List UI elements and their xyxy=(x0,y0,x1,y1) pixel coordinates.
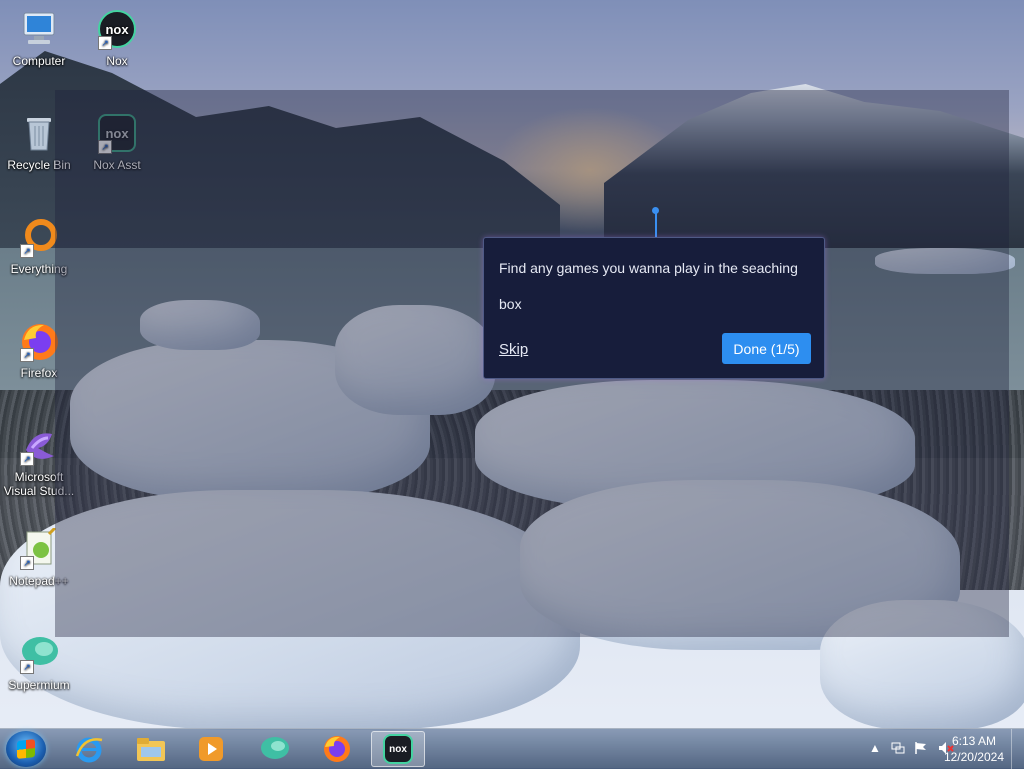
supermium-icon: ↗ xyxy=(18,632,60,674)
everything-icon: ↗ xyxy=(18,216,60,258)
taskbar-firefox[interactable] xyxy=(310,731,364,767)
recycle-bin-icon xyxy=(18,112,60,154)
media-player-icon xyxy=(199,737,223,761)
tooltip-pointer xyxy=(655,210,657,238)
tooltip-pointer-dot xyxy=(652,207,659,214)
nox-icon: nox ↗ xyxy=(96,8,138,50)
network-icon[interactable] xyxy=(891,741,905,755)
visual-studio-icon: ↗ xyxy=(18,424,60,466)
taskbar: nox ▲ 6:13 AM 12/20/2024 xyxy=(0,728,1024,769)
nox-icon: nox xyxy=(383,734,413,764)
clock-time: 6:13 AM xyxy=(951,734,996,748)
desktop-icon-label: Computer xyxy=(12,54,66,68)
firefox-icon xyxy=(324,736,350,762)
supermium-icon xyxy=(261,737,289,759)
chevron-up-icon[interactable]: ▲ xyxy=(868,741,882,755)
clock-date: 12/20/2024 xyxy=(943,750,1004,764)
desktop-icon-label: Firefox xyxy=(20,366,58,380)
taskbar-supermium[interactable] xyxy=(248,731,302,767)
desktop-icon-nox[interactable]: nox ↗ Nox xyxy=(80,8,154,68)
internet-explorer-icon xyxy=(75,737,103,763)
clock[interactable]: 6:13 AM 12/20/2024 xyxy=(944,733,1004,765)
desktop-icon-label: Nox xyxy=(106,54,128,68)
taskbar-media-player[interactable] xyxy=(184,731,238,767)
tooltip-message: Find any games you wanna play in the sea… xyxy=(499,260,798,312)
system-tray: ▲ 6:13 AM 12/20/2024 xyxy=(824,729,1024,769)
start-orb-icon xyxy=(17,739,35,759)
done-button[interactable]: Done (1/5) xyxy=(722,333,811,364)
onboarding-tooltip: Find any games you wanna play in the sea… xyxy=(483,237,825,379)
desktop-icon-computer[interactable]: Computer xyxy=(2,8,76,68)
file-explorer-icon xyxy=(137,738,165,761)
taskbar-internet-explorer[interactable] xyxy=(62,731,116,767)
taskbar-file-explorer[interactable] xyxy=(124,731,178,767)
start-button[interactable] xyxy=(6,731,46,767)
skip-link[interactable]: Skip xyxy=(499,341,528,358)
desktop-icon-label: Supermium xyxy=(8,678,70,692)
firefox-icon: ↗ xyxy=(18,320,60,362)
show-desktop-button[interactable] xyxy=(1011,729,1024,769)
computer-icon xyxy=(18,8,60,50)
notepadpp-icon: ↗ xyxy=(18,528,60,570)
flag-icon[interactable] xyxy=(914,741,928,755)
desktop-icon-supermium[interactable]: ↗ Supermium xyxy=(2,632,76,692)
taskbar-nox[interactable]: nox xyxy=(371,731,425,767)
